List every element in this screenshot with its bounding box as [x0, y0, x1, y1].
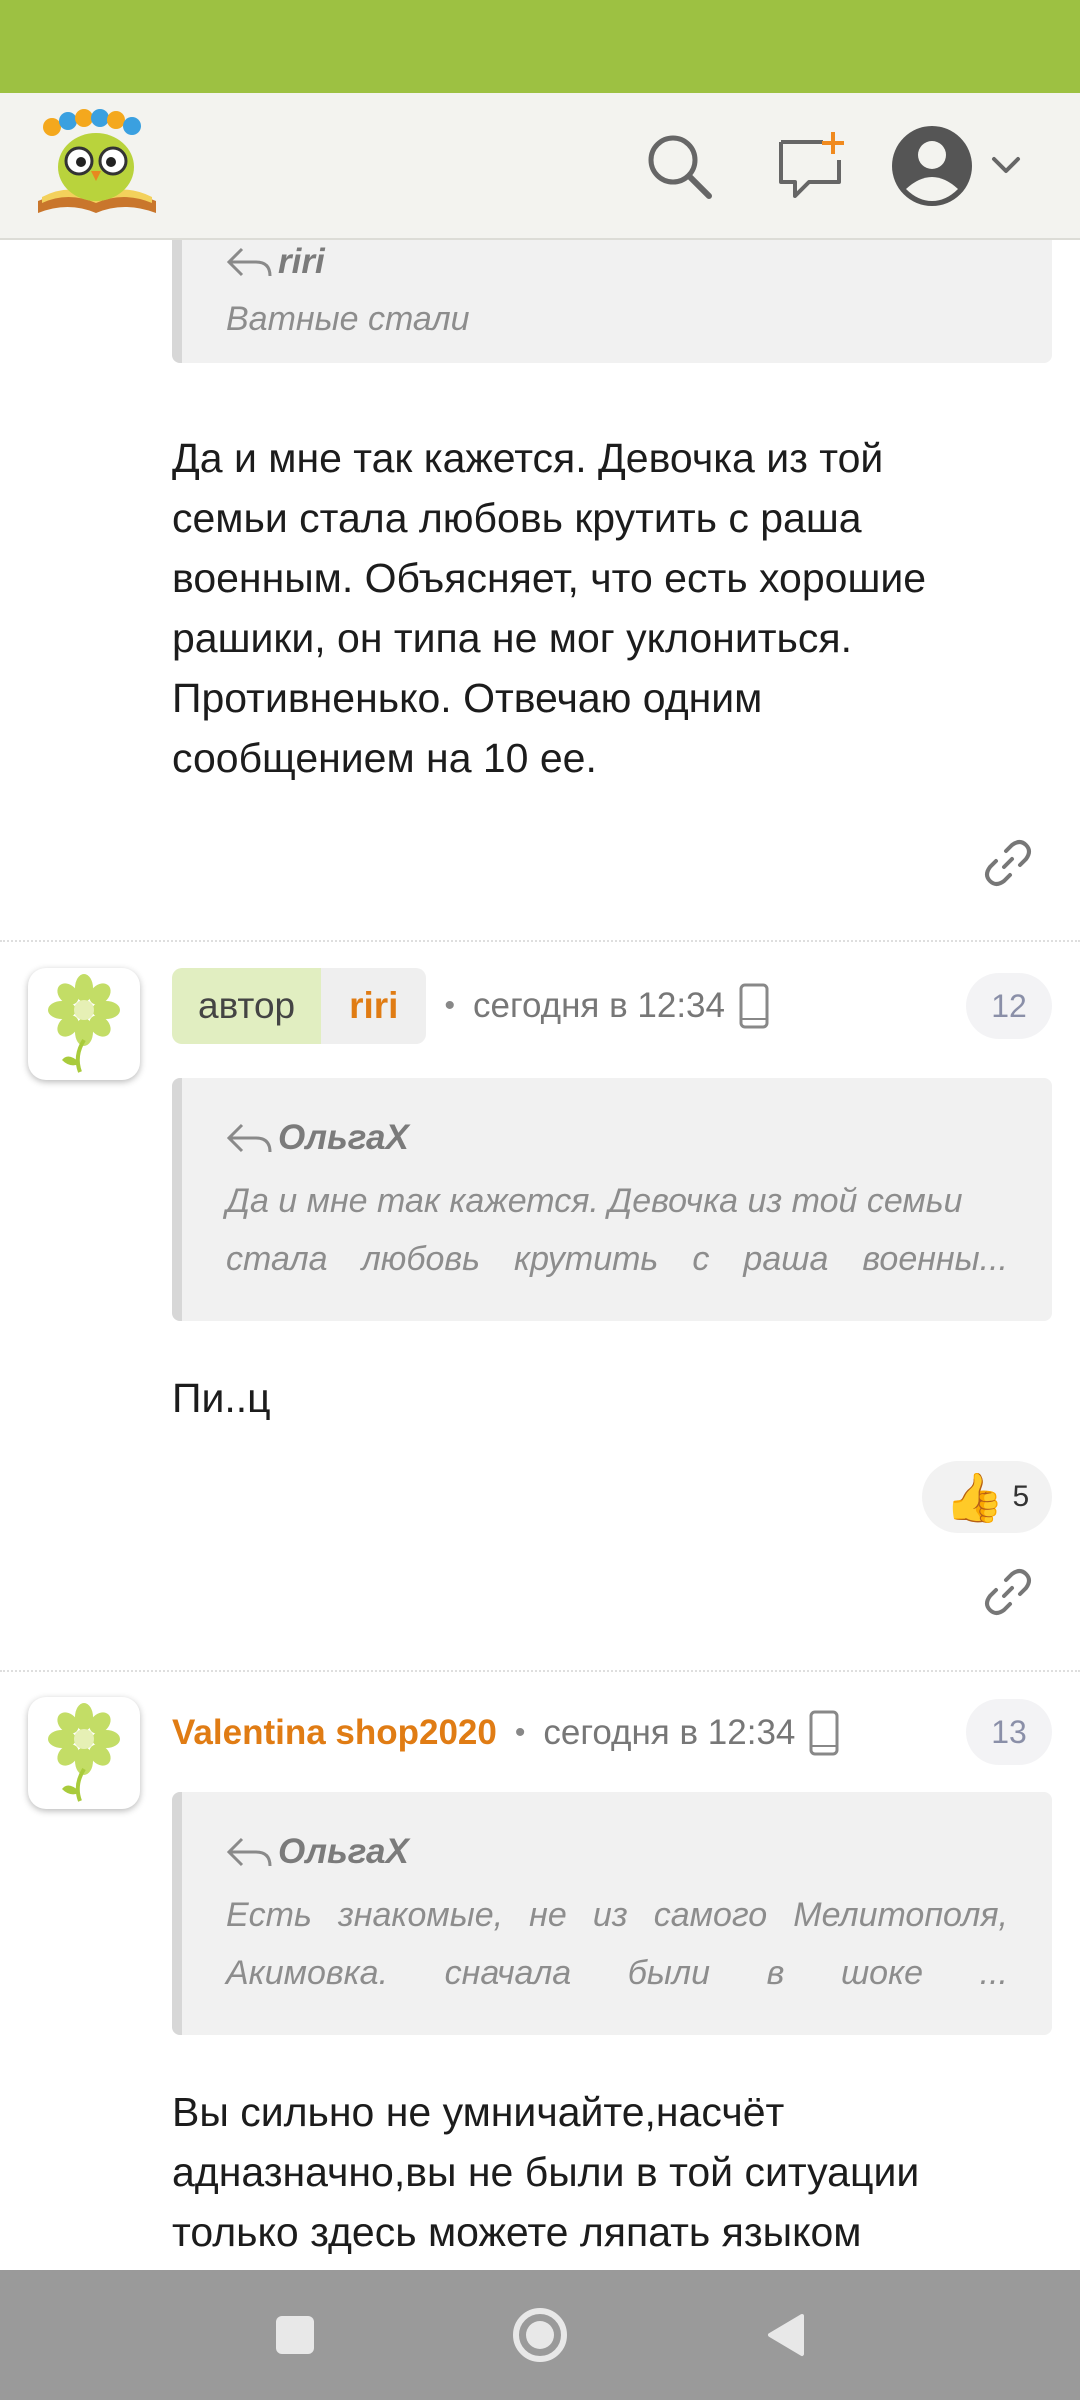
reply-arrow-icon: [226, 1837, 272, 1867]
quote-text: Ватные стали: [226, 300, 470, 338]
quote-author: ОльгаХ: [226, 1118, 409, 1158]
avatar[interactable]: [28, 1697, 140, 1809]
comment-divider: [0, 1670, 1080, 1672]
comment-meta: автор riri • сегодня в 12:34: [172, 968, 769, 1044]
new-message-icon[interactable]: [766, 121, 856, 211]
author-badge: автор: [172, 968, 322, 1044]
quote-block[interactable]: riri Ватные стали: [172, 240, 1052, 363]
comment-time: сегодня в 12:34: [472, 986, 725, 1025]
back-button[interactable]: [750, 2300, 820, 2370]
avatar[interactable]: [28, 968, 140, 1080]
comment-meta: Valentina shop2020 • сегодня в 12:34: [172, 1695, 839, 1771]
comment-number[interactable]: 13: [966, 1699, 1052, 1765]
comments-list: riri Ватные стали Да и мне так кажется. …: [0, 240, 1080, 2270]
system-navigation-bar: [0, 2270, 1080, 2400]
thumbs-up-icon: 👍: [944, 1471, 1005, 1525]
username-link[interactable]: riri: [321, 968, 427, 1044]
mobile-device-icon: [739, 983, 769, 1029]
like-reaction-button[interactable]: 👍 5: [922, 1461, 1052, 1533]
daisy-avatar-icon: [48, 974, 120, 1073]
username-link[interactable]: Valentina shop2020: [172, 1713, 497, 1753]
search-icon[interactable]: [634, 121, 724, 211]
reply-arrow-icon: [226, 1123, 272, 1153]
comment-time: сегодня в 12:34: [543, 1713, 796, 1752]
user-avatar-icon[interactable]: [890, 121, 1040, 211]
post-text: Вы сильно не умничайте,насчёт адназначно…: [172, 2089, 920, 2255]
daisy-avatar-icon: [48, 1703, 120, 1802]
comment-number[interactable]: 12: [966, 973, 1052, 1039]
status-bar: [0, 0, 1080, 93]
post-text: Пи..ц: [172, 1375, 271, 1421]
link-icon[interactable]: [984, 839, 1032, 887]
link-icon[interactable]: [984, 1568, 1032, 1616]
reply-arrow-icon: [226, 247, 272, 277]
reaction-count: 5: [1012, 1480, 1030, 1513]
app-header: [0, 93, 1080, 240]
quote-block[interactable]: ОльгаХ Да и мне так кажется. Девочка из …: [172, 1078, 1052, 1321]
recent-apps-button[interactable]: [260, 2300, 330, 2370]
quote-block[interactable]: ОльгаХ Есть знакомые, не из самого Мелит…: [172, 1792, 1052, 2035]
post-text: Да и мне так кажется. Девочка из той сем…: [172, 435, 927, 781]
comment-divider: [0, 940, 1080, 942]
quote-author: riri: [226, 242, 325, 282]
quote-author: ОльгаХ: [226, 1832, 409, 1872]
owl-on-book-logo[interactable]: [34, 109, 160, 219]
quote-text: Да и мне так кажется. Девочка из той сем…: [226, 1182, 1008, 1278]
home-button[interactable]: [505, 2300, 575, 2370]
quote-text: Есть знакомые, не из самого Мелитополя, …: [226, 1896, 1008, 1992]
mobile-device-icon: [809, 1710, 839, 1756]
